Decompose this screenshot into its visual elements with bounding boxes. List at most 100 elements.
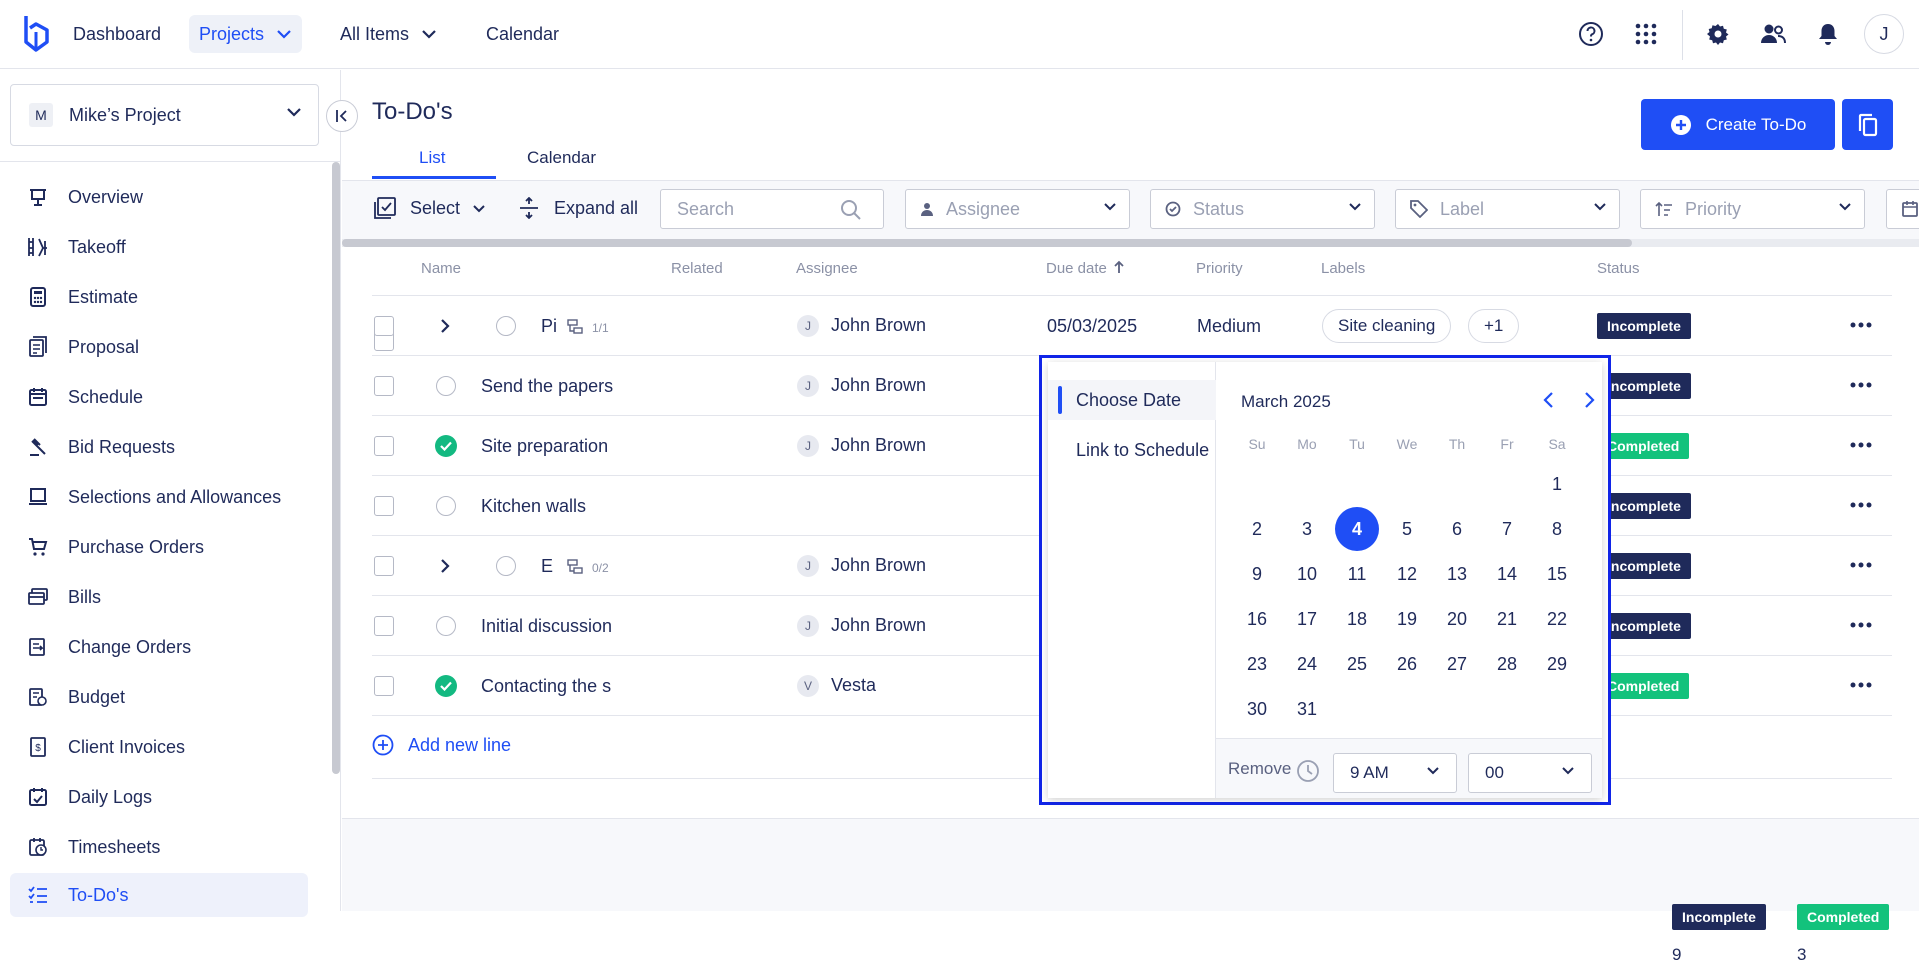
nav-all-items[interactable]: All Items (330, 15, 447, 53)
due-date[interactable]: 05/03/2025 (1047, 316, 1137, 337)
status-badge[interactable]: Incomplete (1597, 313, 1691, 339)
column-labels[interactable]: Labels (1321, 260, 1365, 277)
status-badge[interactable]: Incomplete (1597, 373, 1691, 399)
task-complete-toggle[interactable] (436, 616, 456, 636)
status-badge[interactable]: Incomplete (1597, 613, 1691, 639)
tab-list[interactable]: List (419, 148, 445, 168)
calendar-day[interactable]: 12 (1385, 552, 1429, 596)
calendar-day[interactable]: 30 (1235, 687, 1279, 731)
label-tag[interactable]: Site cleaning (1322, 309, 1452, 343)
remove-date-button[interactable]: Remove (1228, 759, 1291, 779)
calendar-day[interactable]: 9 (1235, 552, 1279, 596)
apps-grid-icon[interactable] (1632, 20, 1660, 48)
assignee-filter[interactable]: Assignee (905, 189, 1130, 229)
project-selector[interactable]: M Mike’s Project (10, 84, 319, 146)
row-checkbox[interactable] (374, 436, 394, 456)
calendar-day[interactable]: 6 (1435, 507, 1479, 551)
calendar-day[interactable]: 27 (1435, 642, 1479, 686)
sidebar-item-client-invoices[interactable]: $ Client Invoices (10, 725, 308, 769)
date-filter[interactable] (1886, 189, 1919, 229)
assignee-name[interactable]: John Brown (831, 375, 926, 396)
more-options-icon[interactable] (1849, 433, 1873, 457)
calendar-day[interactable]: 5 (1385, 507, 1429, 551)
assignee-name[interactable]: John Brown (831, 435, 926, 456)
priority-filter[interactable]: Priority (1640, 189, 1865, 229)
calendar-day[interactable]: 1 (1535, 462, 1579, 506)
sidebar-item-budget[interactable]: Budget (10, 675, 308, 719)
sidebar-scrollbar[interactable] (332, 162, 340, 774)
option-choose-date[interactable]: Choose Date (1048, 380, 1216, 420)
column-status[interactable]: Status (1597, 260, 1640, 277)
sidebar-item-bills[interactable]: Bills (10, 575, 308, 619)
assignee-name[interactable]: John Brown (831, 315, 926, 336)
more-options-icon[interactable] (1849, 673, 1873, 697)
nav-dashboard[interactable]: Dashboard (63, 15, 171, 53)
calendar-day[interactable]: 28 (1485, 642, 1529, 686)
more-options-icon[interactable] (1849, 373, 1873, 397)
task-complete-toggle[interactable] (436, 376, 456, 396)
calendar-day[interactable]: 10 (1285, 552, 1329, 596)
sidebar-item-takeoff[interactable]: Takeoff (10, 225, 308, 269)
table-row[interactable]: Pi 1/1 J John Brown 05/03/2025 Medium Si… (342, 296, 1919, 356)
option-link-to-schedule[interactable]: Link to Schedule (1048, 430, 1216, 470)
select-button[interactable]: Select (374, 197, 486, 219)
task-complete-toggle[interactable] (496, 316, 516, 336)
task-name[interactable]: E (541, 556, 557, 577)
calendar-day[interactable]: 15 (1535, 552, 1579, 596)
user-avatar[interactable]: J (1864, 14, 1904, 54)
column-assignee[interactable]: Assignee (796, 260, 858, 277)
app-logo-icon[interactable] (20, 12, 52, 56)
calendar-day[interactable]: 7 (1485, 507, 1529, 551)
calendar-day[interactable]: 2 (1235, 507, 1279, 551)
priority-value[interactable]: Medium (1197, 316, 1261, 337)
horizontal-scrollbar-thumb[interactable] (342, 239, 1632, 247)
sidebar-item-estimate[interactable]: Estimate (10, 275, 308, 319)
status-badge[interactable]: Incomplete (1597, 493, 1691, 519)
add-new-line-button[interactable]: Add new line (372, 734, 511, 756)
sidebar-item-proposal[interactable]: Proposal (10, 325, 308, 369)
column-due-date[interactable]: Due date (1046, 260, 1125, 277)
calendar-day[interactable]: 11 (1335, 552, 1379, 596)
calendar-day[interactable]: 22 (1535, 597, 1579, 641)
sidebar-item-schedule[interactable]: Schedule (10, 375, 308, 419)
users-icon[interactable] (1759, 20, 1787, 48)
calendar-day[interactable]: 29 (1535, 642, 1579, 686)
calendar-day[interactable]: 13 (1435, 552, 1479, 596)
label-filter[interactable]: Label (1395, 189, 1620, 229)
calendar-day[interactable]: 25 (1335, 642, 1379, 686)
column-related[interactable]: Related (671, 260, 723, 277)
row-checkbox[interactable] (374, 556, 394, 576)
calendar-day[interactable]: 23 (1235, 642, 1279, 686)
calendar-day-selected[interactable]: 4 (1335, 507, 1379, 551)
task-name[interactable]: Initial discussion (481, 616, 613, 637)
status-filter[interactable]: Status (1150, 189, 1375, 229)
task-name[interactable]: Send the papers (481, 376, 613, 397)
sidebar-item-change-orders[interactable]: Change Orders (10, 625, 308, 669)
row-checkbox[interactable] (374, 676, 394, 696)
calendar-day[interactable]: 17 (1285, 597, 1329, 641)
chevron-right-icon[interactable] (440, 558, 450, 574)
calendar-day[interactable]: 20 (1435, 597, 1479, 641)
task-complete-toggle[interactable] (496, 556, 516, 576)
chevron-right-icon[interactable] (440, 318, 450, 334)
calendar-day[interactable]: 26 (1385, 642, 1429, 686)
sidebar-item-overview[interactable]: Overview (10, 175, 308, 219)
sidebar-item-selections[interactable]: Selections and Allowances (10, 475, 308, 519)
notifications-bell-icon[interactable] (1814, 20, 1842, 48)
assignee-name[interactable]: John Brown (831, 555, 926, 576)
more-options-icon[interactable] (1849, 493, 1873, 517)
more-options-icon[interactable] (1849, 613, 1873, 637)
expand-all-button[interactable]: Expand all (518, 197, 638, 219)
calendar-day[interactable]: 3 (1285, 507, 1329, 551)
calendar-day[interactable]: 19 (1385, 597, 1429, 641)
column-priority[interactable]: Priority (1196, 260, 1243, 277)
nav-projects[interactable]: Projects (189, 15, 303, 53)
calendar-day[interactable]: 24 (1285, 642, 1329, 686)
task-name[interactable]: Pi (541, 316, 557, 337)
task-name[interactable]: Contacting the s (481, 676, 613, 697)
calendar-day[interactable]: 14 (1485, 552, 1529, 596)
assignee-name[interactable]: John Brown (831, 615, 926, 636)
task-completed-check-icon[interactable] (435, 435, 457, 457)
minute-select[interactable]: 00 (1468, 753, 1592, 793)
nav-calendar[interactable]: Calendar (476, 15, 569, 53)
